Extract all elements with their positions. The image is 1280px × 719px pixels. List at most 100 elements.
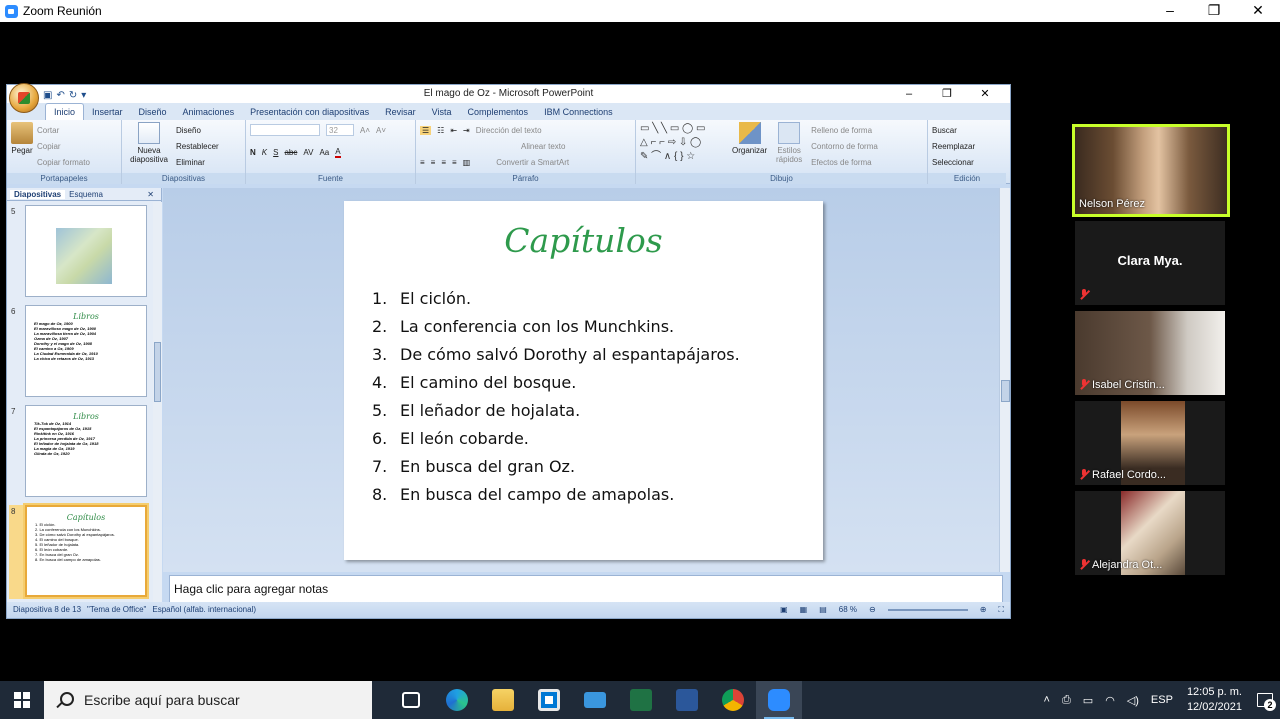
align-center-icon[interactable]: ≡	[431, 158, 436, 167]
outdent-icon[interactable]: ⇥	[463, 126, 470, 135]
slide-scrollbar[interactable]	[999, 188, 1010, 572]
tab-esquema[interactable]: Esquema	[65, 190, 107, 199]
battery-icon[interactable]: ▭	[1083, 694, 1093, 707]
participant-tile-active[interactable]: Nelson Pérez	[1072, 124, 1230, 217]
slide-thumbnail-7[interactable]: 7 Libros Tik-Tok de Oz, 1914 El espantap…	[9, 405, 149, 499]
font-name-combo[interactable]	[250, 124, 320, 136]
task-view-icon[interactable]	[388, 681, 434, 719]
zoom-maximize-button[interactable]: ❐	[1192, 0, 1236, 22]
zoom-taskbar-icon[interactable]	[756, 681, 802, 719]
tab-diapositivas[interactable]: Diapositivas	[10, 189, 66, 199]
tab-ibm-connections[interactable]: IBM Connections	[536, 104, 621, 120]
smartart-button[interactable]: Convertir a SmartArt	[496, 158, 569, 167]
undo-icon[interactable]: ↶	[56, 87, 64, 105]
close-panel-icon[interactable]: ✕	[143, 190, 158, 199]
numbering-icon[interactable]: ☷	[437, 126, 444, 135]
language-status[interactable]: Español (alfab. internacional)	[152, 602, 256, 618]
tab-complementos[interactable]: Complementos	[460, 104, 537, 120]
zoom-in-icon[interactable]: ⊕	[980, 602, 987, 618]
reset-button[interactable]: Restablecer	[176, 142, 219, 151]
excel-icon[interactable]	[618, 681, 664, 719]
format-painter-button[interactable]: Copiar formato	[37, 158, 90, 167]
zoom-close-button[interactable]: ✕	[1236, 0, 1280, 22]
italic-icon[interactable]: K	[262, 148, 267, 157]
paste-button[interactable]: Pegar	[11, 122, 33, 170]
taskbar-search-box[interactable]: Escribe aquí para buscar	[44, 681, 372, 719]
zoom-level[interactable]: 68 %	[839, 602, 857, 618]
spacing-icon[interactable]: AV	[303, 148, 313, 157]
slide-chapter-list[interactable]: 1. El ciclón. 2. La conferencia con los Mu…	[372, 285, 740, 509]
slideshow-view-icon[interactable]: ▤	[819, 602, 827, 618]
fit-window-icon[interactable]: ⛶	[998, 602, 1004, 618]
mail-icon[interactable]	[572, 681, 618, 719]
zoom-out-icon[interactable]: ⊖	[869, 602, 876, 618]
shape-fill-button[interactable]: Relleno de forma	[811, 126, 872, 135]
chrome-icon[interactable]	[710, 681, 756, 719]
tab-revisar[interactable]: Revisar	[377, 104, 424, 120]
volume-icon[interactable]: ◁)	[1127, 694, 1139, 707]
replace-button[interactable]: Reemplazar	[932, 142, 975, 151]
current-slide[interactable]: Capítulos 1. El ciclón. 2. La conferencia …	[344, 201, 823, 560]
participant-tile[interactable]: Rafael Cordo...	[1075, 401, 1225, 485]
save-icon[interactable]: ▣	[43, 87, 52, 105]
input-language[interactable]: ESP	[1151, 694, 1173, 706]
new-slide-button[interactable]: Nueva diapositiva	[126, 122, 172, 170]
grow-font-icon[interactable]: A˄	[360, 126, 370, 135]
tab-animaciones[interactable]: Animaciones	[175, 104, 243, 120]
case-icon[interactable]: Aa	[319, 148, 329, 157]
delete-slide-button[interactable]: Eliminar	[176, 158, 205, 167]
notification-center-icon[interactable]: 2	[1250, 681, 1280, 719]
bold-icon[interactable]: N	[250, 148, 256, 157]
word-icon[interactable]	[664, 681, 710, 719]
ppt-maximize-button[interactable]: ❐	[928, 85, 966, 103]
align-right-icon[interactable]: ≡	[441, 158, 446, 167]
ppt-minimize-button[interactable]: –	[890, 85, 928, 103]
notes-pane[interactable]: Haga clic para agregar notas	[169, 575, 1003, 603]
quick-styles-button[interactable]: Estilos rápidos	[771, 122, 807, 170]
select-button[interactable]: Seleccionar	[932, 158, 974, 167]
shape-outline-button[interactable]: Contorno de forma	[811, 142, 878, 151]
slide-thumbnail-8[interactable]: 8 Capítulos 1. El ciclón. 2. La conferen…	[9, 505, 149, 599]
clock[interactable]: 12:05 p. m. 12/02/2021	[1187, 685, 1242, 715]
font-color-icon[interactable]: A	[335, 147, 341, 158]
slides-panel-scrollbar[interactable]	[153, 202, 162, 602]
bullets-icon[interactable]: ☰	[420, 125, 432, 135]
edge-icon[interactable]	[434, 681, 480, 719]
cut-button[interactable]: Cortar	[37, 126, 59, 135]
shrink-font-icon[interactable]: A˅	[376, 126, 386, 135]
wifi-icon[interactable]: ◠	[1105, 694, 1115, 707]
sorter-view-icon[interactable]: ▦	[800, 602, 808, 618]
meet-now-icon[interactable]: ⎙	[1062, 694, 1071, 707]
tab-vista[interactable]: Vista	[424, 104, 460, 120]
tab-insertar[interactable]: Insertar	[84, 104, 131, 120]
file-explorer-icon[interactable]	[480, 681, 526, 719]
shape-effects-button[interactable]: Efectos de forma	[811, 158, 871, 167]
find-button[interactable]: Buscar	[932, 126, 957, 135]
underline-icon[interactable]: S	[273, 148, 278, 157]
slide-title[interactable]: Capítulos	[344, 221, 823, 260]
slide-thumbnail-5[interactable]: 5	[9, 205, 149, 299]
align-text-button[interactable]: Alinear texto	[521, 142, 565, 151]
ppt-close-button[interactable]: ✕	[966, 85, 1004, 103]
layout-button[interactable]: Diseño	[176, 126, 201, 135]
justify-icon[interactable]: ≡	[452, 158, 457, 167]
copy-button[interactable]: Copiar	[37, 142, 61, 151]
slide-thumbnail-6[interactable]: 6 Libros El mago de Oz, 1900 El maravill…	[9, 305, 149, 399]
tab-presentacion[interactable]: Presentación con diapositivas	[242, 104, 377, 120]
align-left-icon[interactable]: ≡	[420, 158, 425, 167]
qat-dropdown-icon[interactable]: ▾	[81, 87, 86, 105]
participant-tile[interactable]: Clara Mya.	[1075, 221, 1225, 305]
redo-icon[interactable]: ↻	[69, 87, 77, 105]
zoom-minimize-button[interactable]: –	[1148, 0, 1192, 22]
arrange-button[interactable]: Organizar	[732, 122, 767, 170]
participant-tile[interactable]: Isabel Cristin...	[1075, 311, 1225, 395]
strike-icon[interactable]: abc	[284, 148, 297, 157]
store-icon[interactable]	[526, 681, 572, 719]
office-button[interactable]	[9, 83, 39, 113]
start-button[interactable]	[0, 681, 44, 719]
tab-diseno[interactable]: Diseño	[131, 104, 175, 120]
font-size-combo[interactable]: 32	[326, 124, 354, 136]
chevron-up-icon[interactable]: ˄	[1044, 694, 1050, 706]
indent-icon[interactable]: ⇤	[450, 126, 457, 135]
participant-tile[interactable]: Alejandra Ot...	[1075, 491, 1225, 575]
